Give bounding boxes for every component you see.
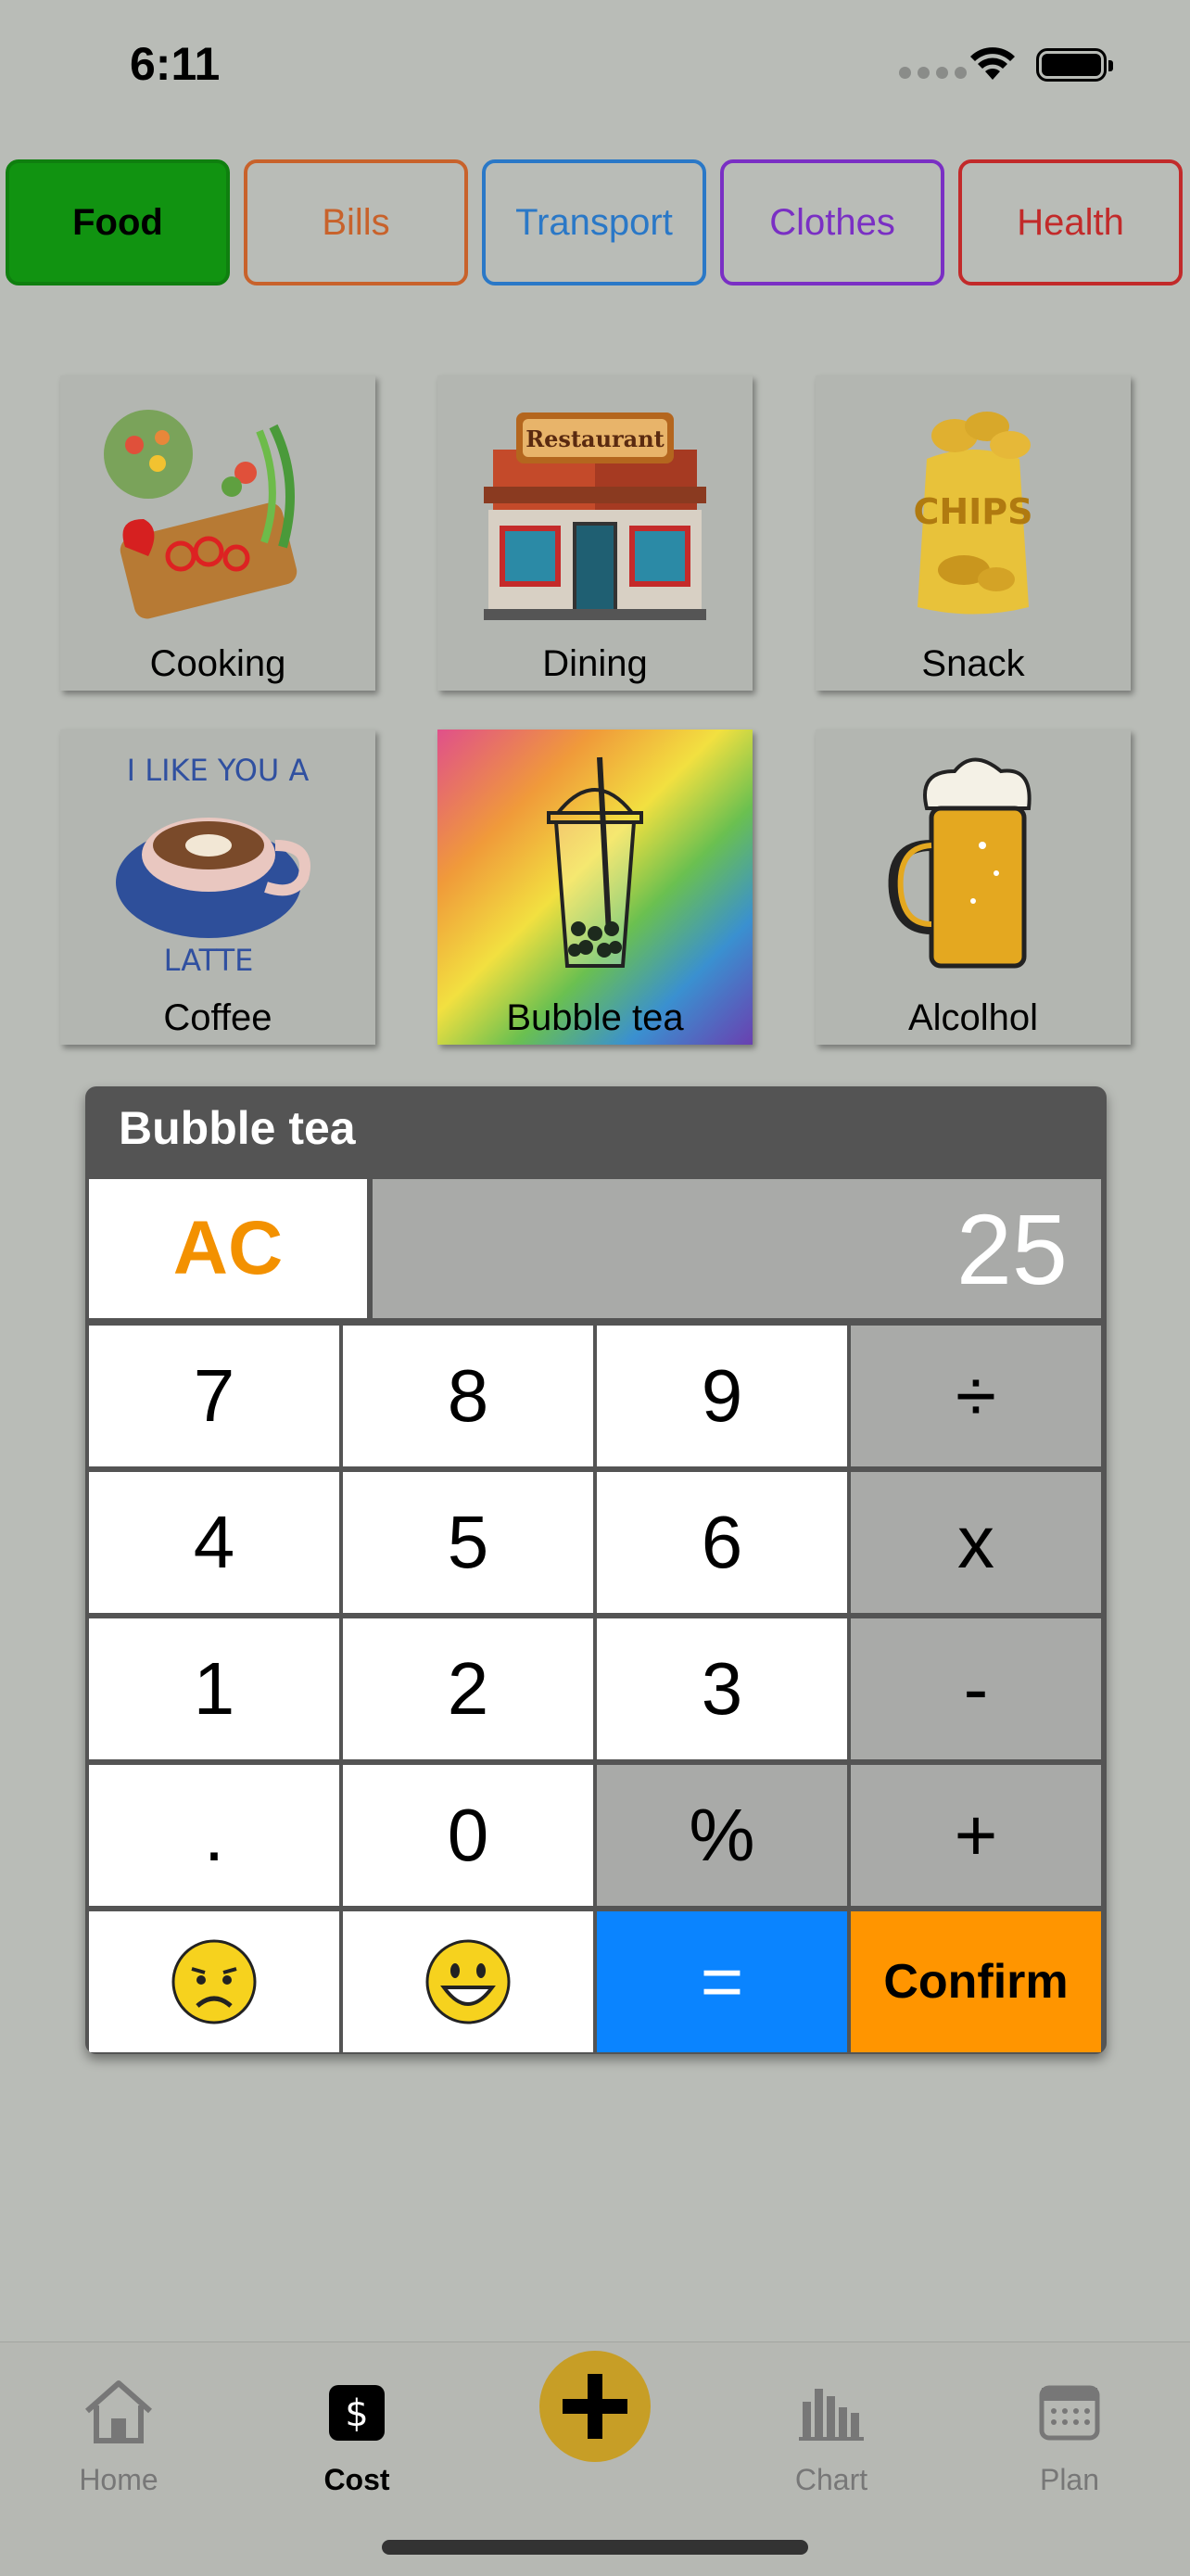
key-1[interactable]: 1 (89, 1618, 339, 1759)
key-5[interactable]: 5 (343, 1472, 593, 1613)
status-bar: 6:11 (0, 0, 1190, 139)
battery-icon (1036, 48, 1113, 82)
home-icon (85, 2380, 152, 2443)
tab-home[interactable]: Home (40, 2370, 197, 2496)
tab-chart-label: Chart (794, 2463, 868, 2496)
equals-button[interactable]: = (597, 1911, 847, 2052)
svg-text:LATTE: LATTE (164, 943, 254, 978)
tab-chart[interactable]: Chart (753, 2370, 910, 2496)
home-indicator[interactable] (382, 2540, 808, 2555)
tab-bills[interactable]: Bills (244, 159, 468, 286)
mood-sad-button[interactable] (89, 1911, 339, 2052)
item-cooking[interactable]: Cooking (60, 375, 375, 691)
item-coffee[interactable]: I LIKE YOU A LATTE Coffee (60, 730, 375, 1045)
key-4[interactable]: 4 (89, 1472, 339, 1613)
item-label: Snack (921, 643, 1025, 684)
key-add[interactable]: + (851, 1765, 1101, 1906)
calculator-panel: Bubble tea AC 25 7 8 9 ÷ 4 5 6 x 1 2 3 -… (85, 1086, 1107, 2054)
tab-transport[interactable]: Transport (482, 159, 706, 286)
svg-text:I LIKE YOU A: I LIKE YOU A (127, 753, 310, 788)
svg-text:$: $ (345, 2392, 368, 2435)
confirm-button[interactable]: Confirm (851, 1911, 1101, 2052)
latte-icon: I LIKE YOU A LATTE (60, 730, 375, 998)
frowning-face-icon (171, 1939, 257, 2024)
chips-icon: CHIPS (816, 375, 1131, 644)
svg-text:CHIPS: CHIPS (913, 491, 1032, 532)
dollar-icon: $ (329, 2385, 385, 2441)
key-2[interactable]: 2 (343, 1618, 593, 1759)
item-label: Bubble tea (506, 997, 684, 1038)
restaurant-icon: Restaurant (437, 375, 753, 644)
item-label: Cooking (149, 643, 286, 684)
plus-icon (563, 2374, 627, 2439)
item-label: Alcolhol (907, 997, 1039, 1038)
key-8[interactable]: 8 (343, 1326, 593, 1466)
item-label: Coffee (163, 997, 272, 1038)
tab-plan[interactable]: Plan (991, 2370, 1148, 2496)
tab-cost[interactable]: $ Cost (278, 2370, 436, 2496)
key-3[interactable]: 3 (597, 1618, 847, 1759)
amount-display: 25 (373, 1179, 1101, 1318)
key-decimal[interactable]: . (89, 1765, 339, 1906)
key-9[interactable]: 9 (597, 1326, 847, 1466)
tab-food[interactable]: Food (6, 159, 230, 286)
key-percent[interactable]: % (597, 1765, 847, 1906)
bubble-tea-icon (437, 730, 753, 998)
svg-text:Restaurant: Restaurant (525, 425, 665, 452)
cooking-icon (60, 375, 375, 644)
item-label: Dining (542, 643, 648, 684)
tab-clothes[interactable]: Clothes (720, 159, 944, 286)
item-dining[interactable]: Restaurant Dining (437, 375, 753, 691)
calendar-icon (1039, 2385, 1100, 2441)
key-multiply[interactable]: x (851, 1472, 1101, 1613)
key-0[interactable]: 0 (343, 1765, 593, 1906)
status-time: 6:11 (130, 38, 221, 90)
mood-happy-button[interactable] (343, 1911, 593, 2052)
key-6[interactable]: 6 (597, 1472, 847, 1613)
key-divide[interactable]: ÷ (851, 1326, 1101, 1466)
tab-health[interactable]: Health (958, 159, 1183, 286)
signal-icon (899, 67, 967, 79)
clear-button[interactable]: AC (89, 1179, 367, 1318)
add-entry-button[interactable] (539, 2351, 651, 2462)
calculator-title: Bubble tea (119, 1102, 356, 1154)
smiling-face-icon (425, 1939, 511, 2024)
key-7[interactable]: 7 (89, 1326, 339, 1466)
wifi-icon (970, 47, 1015, 80)
bar-chart-icon (799, 2389, 864, 2441)
item-bubble-tea[interactable]: Bubble tea (437, 730, 753, 1045)
key-subtract[interactable]: - (851, 1618, 1101, 1759)
tab-home-label: Home (79, 2463, 158, 2496)
item-snack[interactable]: CHIPS Snack (816, 375, 1131, 691)
item-alcohol[interactable]: Alcolhol (816, 730, 1131, 1045)
tab-plan-label: Plan (1039, 2463, 1100, 2496)
tab-cost-label: Cost (323, 2463, 390, 2496)
beer-icon (816, 730, 1131, 998)
category-tabs: Food Bills Transport Clothes Health (6, 159, 1184, 289)
